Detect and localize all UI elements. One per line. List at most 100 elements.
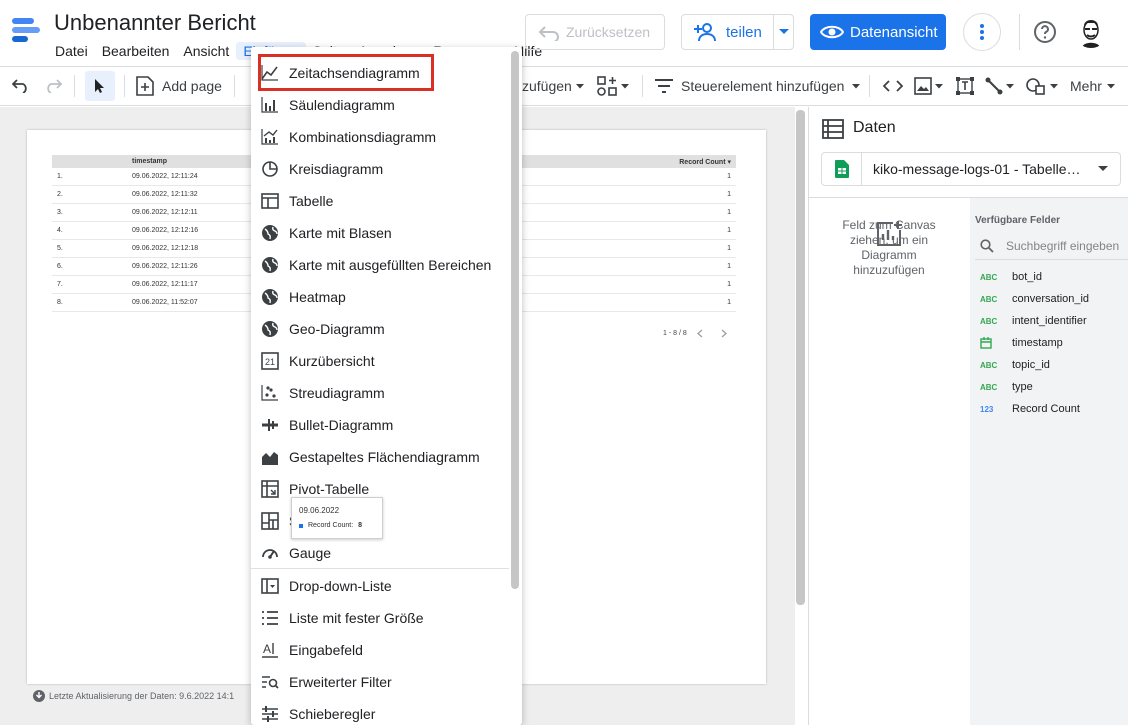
field-item[interactable]: ABC intent_identifier [980, 315, 1087, 327]
field-name: type [1012, 381, 1033, 393]
field-name: timestamp [1012, 337, 1063, 349]
user-avatar[interactable] [1074, 14, 1108, 48]
filter-icon [655, 79, 673, 93]
number-type-icon: 123 [980, 404, 994, 414]
looker-studio-logo[interactable] [10, 14, 42, 46]
menu-datei[interactable]: Datei [48, 42, 95, 60]
more-options-icon[interactable] [963, 13, 1001, 51]
timestamp-cell: 09.06.2022, 12:11:17 [132, 281, 198, 288]
select-cursor-icon[interactable] [85, 71, 115, 101]
record-count-cell: 1 [727, 209, 731, 216]
insert-shape-button[interactable] [1025, 67, 1058, 105]
menu-item-säulendiagramm[interactable]: Säulendiagramm [251, 89, 509, 121]
add-chart-button[interactable]: zufügen [522, 67, 584, 105]
field-item[interactable]: timestamp [980, 337, 1063, 349]
add-page-button[interactable]: Add page [136, 67, 222, 105]
data-source-selector[interactable]: kiko-message-logs-01 - Tabelle… [821, 152, 1121, 186]
menu-item-label: Erweiterter Filter [289, 674, 392, 690]
fixed-list-icon [251, 609, 289, 627]
line-icon [985, 77, 1003, 95]
add-control-button[interactable]: Steuerelement hinzufügen [655, 67, 861, 105]
row-number: 7. [57, 281, 63, 288]
menu-item-schieberegler[interactable]: Schieberegler [251, 698, 509, 725]
field-item[interactable]: ABC topic_id [980, 359, 1050, 371]
drop-hint: Feld zum Canvas ziehen, um ein Diagramm … [842, 218, 936, 277]
menu-item-erweiterter-filter[interactable]: Erweiterter Filter [251, 666, 509, 698]
text-box-icon[interactable] [955, 67, 975, 105]
row-number: 6. [57, 263, 63, 270]
chevron-right-icon[interactable] [721, 329, 727, 338]
field-item[interactable]: ABC type [980, 381, 1033, 393]
menu-item-label: Kurzübersicht [289, 353, 375, 369]
menu-item-gauge[interactable]: Gauge [251, 537, 509, 569]
field-search-input[interactable]: Suchbegriff eingeben [975, 234, 1128, 260]
redo-icon[interactable] [42, 67, 64, 105]
insert-line-button[interactable] [985, 67, 1014, 105]
treemap-icon [251, 512, 289, 530]
tooltip-row: Record Count: 8 [299, 522, 375, 529]
insert-image-button[interactable] [914, 67, 943, 105]
menu-item-bullet-diagramm[interactable]: Bullet-Diagramm [251, 409, 509, 441]
dropdown-list-icon [251, 577, 289, 595]
menu-item-liste-mit-fester-größe[interactable]: Liste mit fester Größe [251, 602, 509, 634]
menu-item-gestapeltes-flächendiagramm[interactable]: Gestapeltes Flächendiagramm [251, 441, 509, 473]
view-mode-button[interactable]: Datenansicht [810, 14, 946, 50]
menu-item-tabelle[interactable]: Tabelle [251, 185, 509, 217]
refresh-icon[interactable] [33, 690, 45, 702]
menu-bearbeiten[interactable]: Bearbeiten [95, 42, 177, 60]
column-header-record-count[interactable]: Record Count ▾ [679, 158, 731, 166]
menu-item-kreisdiagramm[interactable]: Kreisdiagramm [251, 153, 509, 185]
menu-item-heatmap[interactable]: Heatmap [251, 281, 509, 313]
table-pagination: 1 - 8 / 8 [663, 329, 727, 338]
data-freshness-note: Letzte Aktualisierung der Daten: 9.6.202… [33, 690, 234, 702]
report-title[interactable]: Unbenannter Bericht [54, 10, 256, 36]
community-components-button[interactable] [597, 67, 629, 105]
field-item[interactable]: ABC conversation_id [980, 293, 1089, 305]
record-count-cell: 1 [727, 281, 731, 288]
share-dropdown-button[interactable] [774, 15, 793, 49]
menu-item-label: Streudiagramm [289, 385, 385, 401]
row-number: 1. [57, 173, 63, 180]
add-page-label: Add page [162, 78, 222, 94]
globe-icon [251, 288, 289, 306]
caret-down-icon [935, 83, 943, 89]
undo-icon[interactable] [10, 67, 32, 105]
menu-item-label: Gestapeltes Flächendiagramm [289, 449, 480, 465]
menu-item-kurzübersicht[interactable]: 21 Kurzübersicht [251, 345, 509, 377]
timestamp-cell: 09.06.2022, 12:12:18 [132, 245, 199, 252]
field-item[interactable]: 123 Record Count [980, 403, 1080, 415]
text-type-icon: ABC [980, 272, 998, 282]
canvas-scrollbar[interactable] [796, 110, 805, 605]
menu-item-kombinationsdiagramm[interactable]: Kombinationsdiagramm [251, 121, 509, 153]
caret-down-icon [575, 83, 584, 89]
menu-item-eingabefeld[interactable]: A Eingabefeld [251, 634, 509, 666]
menu-item-geo-diagramm[interactable]: Geo-Diagramm [251, 313, 509, 345]
help-icon[interactable] [1033, 20, 1057, 44]
share-button[interactable]: teilen [682, 15, 774, 49]
fields-title: Verfügbare Felder [975, 215, 1061, 226]
text-type-icon: ABC [980, 294, 998, 304]
globe-icon [251, 224, 289, 242]
menu-item-label: Säulendiagramm [289, 97, 395, 113]
column-header-timestamp[interactable]: timestamp [132, 158, 167, 165]
embed-code-icon[interactable] [882, 67, 904, 105]
menu-scrollbar[interactable] [511, 51, 519, 589]
text-type-icon: ABC [980, 360, 998, 370]
menu-item-karte-mit-blasen[interactable]: Karte mit Blasen [251, 217, 509, 249]
chevron-left-icon[interactable] [696, 329, 703, 338]
record-count-cell: 1 [727, 245, 731, 252]
field-item[interactable]: ABC bot_id [980, 271, 1042, 283]
menu-item-drop-down-liste[interactable]: Drop-down-Liste [251, 570, 509, 602]
reset-button[interactable]: Zurücksetzen [525, 14, 665, 50]
undo-arrow-icon [538, 23, 560, 41]
more-button[interactable]: Mehr [1070, 67, 1115, 105]
timestamp-cell: 09.06.2022, 12:11:24 [132, 173, 198, 180]
tooltip-label: Record Count: [308, 522, 354, 529]
pie-chart-icon [251, 160, 289, 178]
menu-item-karte-mit-ausgefüllten-bereichen[interactable]: Karte mit ausgefüllten Bereichen [251, 249, 509, 281]
menu-item-streudiagramm[interactable]: Streudiagramm [251, 377, 509, 409]
menu-ansicht[interactable]: Ansicht [176, 42, 236, 60]
field-name: intent_identifier [1012, 315, 1087, 327]
share-label: teilen [726, 23, 762, 41]
google-sheets-icon [822, 153, 862, 185]
